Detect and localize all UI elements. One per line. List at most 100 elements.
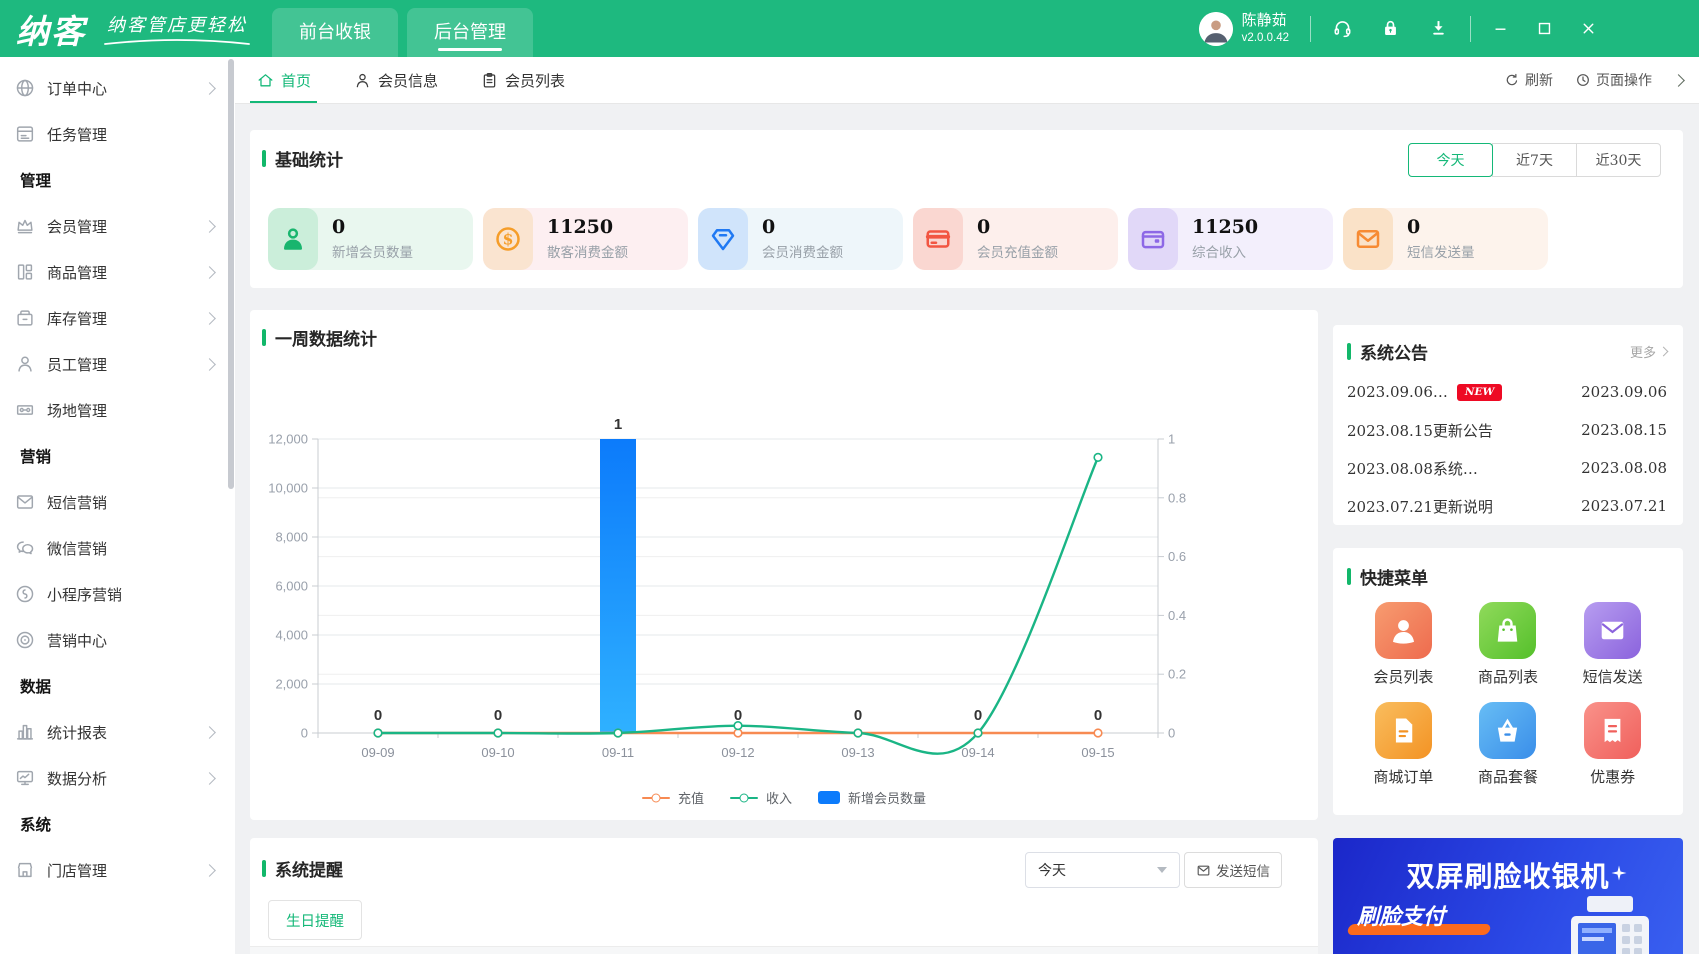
report-icon — [14, 721, 36, 743]
sidebar-item-wechat-marketing[interactable]: 微信营销 — [0, 525, 235, 571]
download-icon[interactable] — [1428, 18, 1449, 39]
tab-member-info[interactable]: 会员信息 — [353, 57, 438, 103]
quick-menu-label: 商城订单 — [1373, 768, 1434, 786]
home-icon — [256, 71, 275, 90]
range-last-7-days-button[interactable]: 近7天 — [1492, 143, 1577, 177]
stat-card-new-members[interactable]: 0 新增会员数量 — [268, 208, 473, 270]
tabbar-expand-chevron-icon[interactable] — [1672, 73, 1685, 87]
avatar[interactable] — [1198, 11, 1233, 46]
announcement-row[interactable]: 2023.08.08系统… 2023.08.08 — [1347, 449, 1667, 487]
tab-member-list[interactable]: 会员列表 — [480, 57, 565, 103]
svg-text:0.6: 0.6 — [1168, 549, 1186, 564]
sidebar-item-task-management[interactable]: 任务管理 — [0, 111, 235, 157]
sidebar-item-store-management[interactable]: 门店管理 — [0, 847, 235, 893]
stat-card-sms-sent[interactable]: 0 短信发送量 — [1343, 208, 1548, 270]
chevron-right-icon — [203, 219, 216, 233]
svg-text:09-11: 09-11 — [602, 745, 634, 760]
sidebar-item-product-management[interactable]: 商品管理 — [0, 249, 235, 295]
announcement-date: 2023.09.06 — [1581, 383, 1667, 401]
sidebar-item-inventory-management[interactable]: 库存管理 — [0, 295, 235, 341]
svg-text:0: 0 — [494, 707, 502, 724]
q-basket-icon — [1479, 702, 1537, 759]
close-button[interactable] — [1580, 20, 1597, 37]
promo-banner[interactable]: 双屏刷脸收银机 刷脸支付 — [1333, 838, 1683, 954]
store-icon — [14, 859, 36, 881]
svg-text:4,000: 4,000 — [275, 628, 308, 643]
sidebar-item-label: 统计报表 — [47, 724, 108, 742]
nav-tab-front-cashier[interactable]: 前台收银 — [272, 8, 398, 57]
more-label: 更多 — [1629, 345, 1656, 360]
reminder-filter-select[interactable]: 今天 — [1025, 852, 1180, 888]
quick-menu-mall-order[interactable]: 商城订单 — [1373, 702, 1433, 787]
reminder-table-header — [250, 946, 1318, 954]
stat-card-walkin-spend[interactable]: $ 11250 散客消费金额 — [483, 208, 688, 270]
legend-item[interactable]: 收入 — [729, 788, 792, 807]
legend-item[interactable]: 新增会员数量 — [818, 788, 926, 807]
stat-label: 会员消费金额 — [762, 245, 843, 261]
sidebar-item-miniapp-marketing[interactable]: 小程序营销 — [0, 571, 235, 617]
stat-card-member-recharge[interactable]: 0 会员充值金额 — [913, 208, 1118, 270]
globe-icon — [14, 77, 36, 99]
announcements-header: 系统公告 更多 — [1347, 339, 1669, 364]
minimize-button[interactable] — [1492, 20, 1509, 37]
chart-legend: 充值 收入 新增会员数量 — [250, 788, 1318, 807]
refresh-button[interactable]: 刷新 — [1504, 70, 1553, 90]
sidebar-item-data-analysis[interactable]: 数据分析 — [0, 755, 235, 801]
page-ops-button[interactable]: 页面操作 — [1575, 70, 1652, 90]
quick-menu-goods-list[interactable]: 商品列表 — [1478, 602, 1538, 687]
weekly-chart-title: 一周数据统计 — [275, 330, 377, 349]
sidebar-item-statistics-report[interactable]: 统计报表 — [0, 709, 235, 755]
sidebar-item-label: 营销中心 — [47, 632, 108, 650]
quick-menu-label: 商品列表 — [1477, 668, 1538, 686]
nav-tab-backend-admin[interactable]: 后台管理 — [407, 8, 533, 57]
section-accent-bar — [1347, 343, 1351, 360]
quick-menu-grid: 会员列表 商品列表 短信发送 商城订单 商品套餐 优惠券 — [1351, 602, 1665, 787]
brand-tagline: 纳客管店更轻松 — [102, 11, 252, 46]
sidebar-item-sms-marketing[interactable]: 短信营销 — [0, 479, 235, 525]
titlebar-divider — [1470, 15, 1471, 42]
send-sms-button[interactable]: 发送短信 — [1184, 852, 1282, 888]
sidebar-scrollbar[interactable] — [228, 59, 234, 489]
svg-text:0: 0 — [374, 707, 382, 724]
stat-body: 11250 综合收入 — [1178, 208, 1258, 270]
reminder-filter-value: 今天 — [1038, 863, 1066, 879]
sidebar-item-label: 场地管理 — [47, 402, 108, 420]
caret-down-icon — [1157, 867, 1167, 873]
svg-text:09-13: 09-13 — [841, 745, 874, 760]
stat-value: 0 — [977, 216, 991, 238]
member-icon — [353, 71, 372, 90]
svg-text:10,000: 10,000 — [268, 481, 308, 496]
quick-menu-sms-send[interactable]: 短信发送 — [1583, 602, 1643, 687]
range-today-button[interactable]: 今天 — [1408, 143, 1493, 177]
announcement-row[interactable]: 2023.09.06… NEW 2023.09.06 — [1347, 373, 1667, 411]
legend-label: 充值 — [677, 791, 704, 806]
support-icon[interactable] — [1332, 18, 1353, 39]
quick-menu-coupon[interactable]: 优惠券 — [1584, 702, 1642, 787]
sidebar-item-order-center[interactable]: 订单中心 — [0, 65, 235, 111]
announcement-row[interactable]: 2023.08.15更新公告 2023.08.15 — [1347, 411, 1667, 449]
range-last-30-days-button[interactable]: 近30天 — [1576, 143, 1661, 177]
refresh-label: 刷新 — [1525, 72, 1553, 88]
quick-menu-label: 短信发送 — [1582, 668, 1643, 686]
quick-menu-goods-package[interactable]: 商品套餐 — [1478, 702, 1538, 787]
stat-body: 11250 散客消费金额 — [533, 208, 628, 270]
maximize-button[interactable] — [1536, 20, 1553, 37]
legend-item[interactable]: 充值 — [641, 788, 704, 807]
sidebar-item-label: 库存管理 — [47, 310, 108, 328]
page-tabbar: 首页 会员信息 会员列表 刷新 页面操作 — [235, 57, 1699, 104]
quick-menu-member-list[interactable]: 会员列表 — [1373, 602, 1433, 687]
sidebar-item-member-management[interactable]: 会员管理 — [0, 203, 235, 249]
sidebar-item-venue-management[interactable]: 场地管理 — [0, 387, 235, 433]
stat-card-member-spend[interactable]: 0 会员消费金额 — [698, 208, 903, 270]
sidebar-item-label: 数据分析 — [47, 770, 108, 788]
tab-home[interactable]: 首页 — [249, 57, 318, 103]
announcements-more-link[interactable]: 更多 — [1629, 342, 1669, 361]
stat-card-total-income[interactable]: 11250 综合收入 — [1128, 208, 1333, 270]
announcement-row[interactable]: 2023.07.21更新说明 2023.07.21 — [1347, 487, 1667, 525]
stat-body: 0 会员充值金额 — [963, 208, 1058, 270]
birthday-reminder-tab[interactable]: 生日提醒 — [268, 900, 362, 940]
lock-icon[interactable] — [1380, 18, 1401, 39]
sidebar-item-staff-management[interactable]: 员工管理 — [0, 341, 235, 387]
mail-icon — [1343, 208, 1393, 270]
sidebar-item-marketing-center[interactable]: 营销中心 — [0, 617, 235, 663]
